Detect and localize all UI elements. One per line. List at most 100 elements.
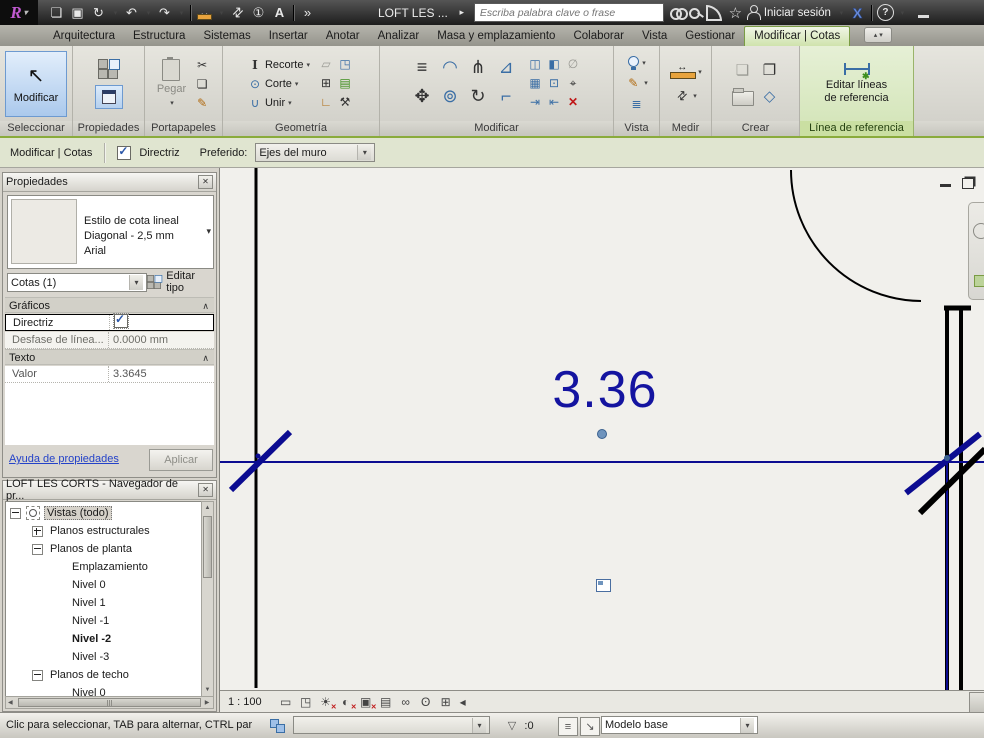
close-icon[interactable]: ✕ bbox=[198, 483, 213, 497]
wall-joins-icon[interactable]: ⊞ bbox=[318, 75, 334, 91]
align-icon[interactable]: ≡ bbox=[410, 55, 434, 79]
cut-geometry-button[interactable]: ⊙ Corte bbox=[247, 76, 298, 92]
visual-style-icon[interactable]: ◳ bbox=[296, 693, 316, 710]
edit-type-button[interactable]: Editar tipo bbox=[144, 273, 214, 290]
user-icon[interactable] bbox=[746, 5, 760, 20]
dimension-text-grip[interactable] bbox=[598, 430, 607, 439]
fillet-icon[interactable]: ⌐ bbox=[494, 84, 518, 108]
property-row-directriz[interactable]: Directriz bbox=[5, 314, 214, 331]
tree-item-nivel-neg1[interactable]: Nivel -1 bbox=[6, 612, 203, 630]
show-hidden-geometry-icon[interactable]: ◳ bbox=[337, 56, 353, 72]
materials-icon[interactable] bbox=[98, 59, 120, 79]
close-icon[interactable]: ✕ bbox=[198, 175, 213, 189]
offset-icon[interactable]: ◠ bbox=[438, 55, 462, 79]
tab-modificar-cotas[interactable]: Modificar | Cotas bbox=[744, 26, 850, 46]
panel-label-propiedades[interactable]: Propiedades bbox=[73, 121, 144, 136]
panel-label-linea-referencia[interactable]: Línea de referencia bbox=[800, 121, 913, 136]
tree-horizontal-scrollbar[interactable]: ◀ ▶ bbox=[5, 696, 214, 709]
app-menu-button[interactable]: R ▾ bbox=[0, 0, 38, 25]
apply-button[interactable]: Aplicar bbox=[149, 449, 213, 471]
expand-icon[interactable] bbox=[32, 526, 43, 537]
zoom-icon[interactable] bbox=[974, 275, 984, 287]
properties-help-link[interactable]: Ayuda de propiedades bbox=[9, 453, 119, 465]
section-texto[interactable]: Texto bbox=[5, 349, 214, 365]
copy-to-clipboard-icon[interactable]: ❏ bbox=[194, 76, 210, 92]
properties-header[interactable]: Propiedades ✕ bbox=[3, 173, 216, 192]
undo-icon[interactable]: ↶ bbox=[121, 2, 142, 23]
detail-level-icon[interactable]: ▭ bbox=[276, 693, 296, 710]
measure-icon[interactable]: ⇅ bbox=[227, 2, 248, 23]
element-filter-select[interactable]: Cotas (1) ▾ bbox=[7, 273, 147, 292]
array-icon[interactable]: ▦ bbox=[527, 75, 543, 91]
tree-item-nivel-neg3[interactable]: Nivel -3 bbox=[6, 648, 203, 666]
tree-item-nivel-neg2-current[interactable]: Nivel -2 bbox=[6, 630, 203, 648]
search-input[interactable] bbox=[474, 3, 664, 22]
steering-wheel-icon[interactable] bbox=[973, 223, 984, 239]
text-icon[interactable]: A bbox=[269, 2, 290, 23]
directriz-checkbox[interactable] bbox=[117, 146, 131, 160]
dimension-value-text[interactable]: 3.36 bbox=[530, 360, 680, 420]
paste-button[interactable]: Pegar bbox=[157, 59, 186, 109]
design-options-dialog-icon[interactable]: ≡ bbox=[558, 717, 578, 736]
scroll-up-icon[interactable]: ▲ bbox=[202, 502, 213, 514]
edit-witness-lines-button[interactable]: ✱ Editar líneasde referencia bbox=[824, 62, 888, 105]
signin-dropdown[interactable] bbox=[835, 2, 847, 23]
create-similar-icon[interactable]: ◇ bbox=[760, 87, 780, 107]
measure-ruler-icon[interactable]: ↔ bbox=[669, 64, 695, 80]
help-dropdown[interactable] bbox=[896, 2, 908, 23]
workset-select[interactable]: ▾ bbox=[293, 716, 490, 734]
crop-view-icon[interactable]: ▣ bbox=[356, 693, 376, 710]
modify-button[interactable]: ↖ Modificar bbox=[5, 51, 67, 117]
create-group-icon[interactable]: ❏ bbox=[733, 61, 753, 81]
panel-label-seleccionar[interactable]: Seleccionar bbox=[0, 121, 72, 136]
delete-icon[interactable]: ✕ bbox=[565, 94, 581, 110]
paste-dropdown[interactable] bbox=[169, 97, 174, 109]
demolish-hammer-icon[interactable]: ⚒ bbox=[337, 94, 353, 110]
exchange-apps-icon[interactable]: X bbox=[847, 2, 868, 23]
editable-only-icon[interactable]: ↘ bbox=[580, 717, 600, 736]
help-icon[interactable]: ? bbox=[875, 2, 896, 23]
design-option-select[interactable]: Modelo base ▾ bbox=[601, 716, 758, 734]
trim-extend-corner-icon[interactable]: ⋔ bbox=[466, 55, 490, 79]
sync-icon[interactable]: ↻ bbox=[88, 2, 109, 23]
type-selector[interactable]: Estilo de cota linealDiagonal - 2,5 mm A… bbox=[7, 195, 214, 269]
tree-item-vistas[interactable]: Vistas (todo) bbox=[6, 504, 203, 522]
scroll-left-icon[interactable]: ◀ bbox=[8, 697, 16, 710]
measure-diagonal-icon[interactable]: ⇅ bbox=[674, 88, 690, 104]
save-icon[interactable]: ▣ bbox=[67, 2, 88, 23]
tree-vertical-scrollbar[interactable]: ▲ ▼ bbox=[201, 501, 214, 697]
tree-item-planos-de-techo[interactable]: Planos de techo bbox=[6, 666, 203, 684]
property-row-desfase[interactable]: Desfase de línea... 0.0000 mm bbox=[5, 332, 214, 349]
signin-button[interactable]: Iniciar sesión bbox=[764, 7, 831, 19]
view-restore-icon[interactable] bbox=[962, 178, 974, 189]
tree-item-planos-de-planta[interactable]: Planos de planta bbox=[6, 540, 203, 558]
curved-wall[interactable] bbox=[791, 170, 921, 301]
favorites-star-icon[interactable]: ☆ bbox=[725, 2, 746, 23]
scrollbar-thumb[interactable] bbox=[203, 516, 212, 578]
horizontal-scrollbar[interactable] bbox=[470, 691, 984, 712]
preferido-select[interactable]: Ejes del muro ▾ bbox=[255, 143, 375, 162]
scroll-left-icon[interactable]: ◂ bbox=[456, 693, 470, 710]
pin-icon[interactable]: ⌖ bbox=[565, 75, 581, 91]
communication-center-icon[interactable] bbox=[704, 2, 725, 23]
tab-analizar[interactable]: Analizar bbox=[369, 27, 429, 46]
witness-grip-right[interactable] bbox=[944, 455, 950, 461]
minimize-icon[interactable] bbox=[918, 15, 929, 18]
ribbon-collapse-button[interactable]: ▴▾ bbox=[864, 27, 892, 43]
collapse-icon[interactable] bbox=[10, 508, 21, 519]
witness-grip-left[interactable] bbox=[256, 454, 261, 459]
collapse-icon[interactable] bbox=[32, 670, 43, 681]
property-row-valor[interactable]: Valor 3.3645 bbox=[5, 366, 214, 383]
tab-sistemas[interactable]: Sistemas bbox=[194, 27, 259, 46]
scale-icon[interactable]: ∅ bbox=[565, 56, 581, 72]
project-browser-header[interactable]: LOFT LES CORTS - Navegador de pr... ✕ bbox=[3, 481, 216, 500]
tree-item-nivel-0[interactable]: Nivel 0 bbox=[6, 576, 203, 594]
aligned-dimension-icon[interactable]: ↔ bbox=[194, 2, 215, 23]
sun-path-icon[interactable]: ☀ bbox=[316, 693, 336, 710]
tab-vista[interactable]: Vista bbox=[633, 27, 676, 46]
analytical-model-icon[interactable]: ⊞ bbox=[436, 693, 456, 710]
create-parts-icon[interactable]: ❐ bbox=[760, 61, 780, 81]
tab-gestionar[interactable]: Gestionar bbox=[676, 27, 744, 46]
mirror-axis-icon[interactable]: ◫ bbox=[527, 56, 543, 72]
tab-estructura[interactable]: Estructura bbox=[124, 27, 194, 46]
